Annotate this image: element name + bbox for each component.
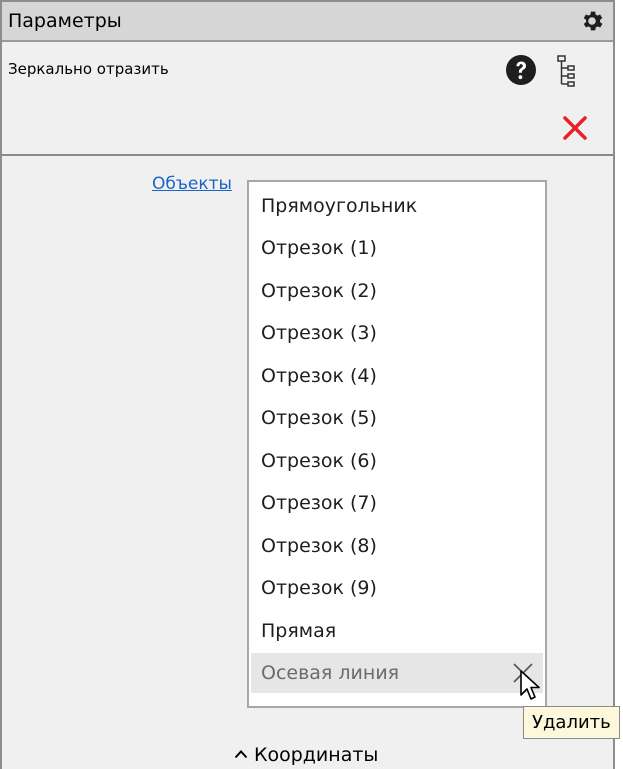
objects-link[interactable]: Объекты <box>152 174 232 194</box>
list-item[interactable]: Отрезок (7) <box>251 483 543 523</box>
panel-titlebar: Параметры <box>2 0 613 42</box>
tooltip: Удалить <box>523 706 620 739</box>
list-item-label: Осевая линия <box>261 662 400 684</box>
mouse-pointer-icon <box>520 670 540 700</box>
coordinates-label: Координаты <box>254 744 379 766</box>
gear-icon[interactable] <box>579 8 605 34</box>
parameters-panel: Параметры Зеркально отразить Объекты Пря… <box>0 0 615 769</box>
objects-list[interactable]: Прямоугольник Отрезок (1) Отрезок (2) От… <box>247 180 547 708</box>
list-item[interactable]: Отрезок (4) <box>251 356 543 396</box>
coordinates-section-toggle[interactable]: Координаты <box>234 744 378 766</box>
list-item[interactable]: Прямая <box>251 611 543 651</box>
close-icon[interactable] <box>561 114 589 142</box>
list-item[interactable]: Отрезок (9) <box>251 568 543 608</box>
list-item[interactable]: Прямоугольник <box>251 186 543 226</box>
tree-icon[interactable] <box>556 54 578 88</box>
command-name: Зеркально отразить <box>8 60 169 78</box>
list-item[interactable]: Отрезок (1) <box>251 228 543 268</box>
chevron-up-icon <box>234 750 248 759</box>
command-header: Зеркально отразить <box>2 42 613 156</box>
list-item[interactable]: Отрезок (6) <box>251 441 543 481</box>
list-item-hovered[interactable]: Осевая линия <box>251 653 543 693</box>
list-item[interactable]: Отрезок (8) <box>251 526 543 566</box>
list-item[interactable]: Отрезок (5) <box>251 398 543 438</box>
list-item[interactable]: Отрезок (3) <box>251 313 543 353</box>
panel-title: Параметры <box>8 10 122 32</box>
list-item[interactable]: Отрезок (2) <box>251 271 543 311</box>
help-icon[interactable] <box>505 54 537 86</box>
